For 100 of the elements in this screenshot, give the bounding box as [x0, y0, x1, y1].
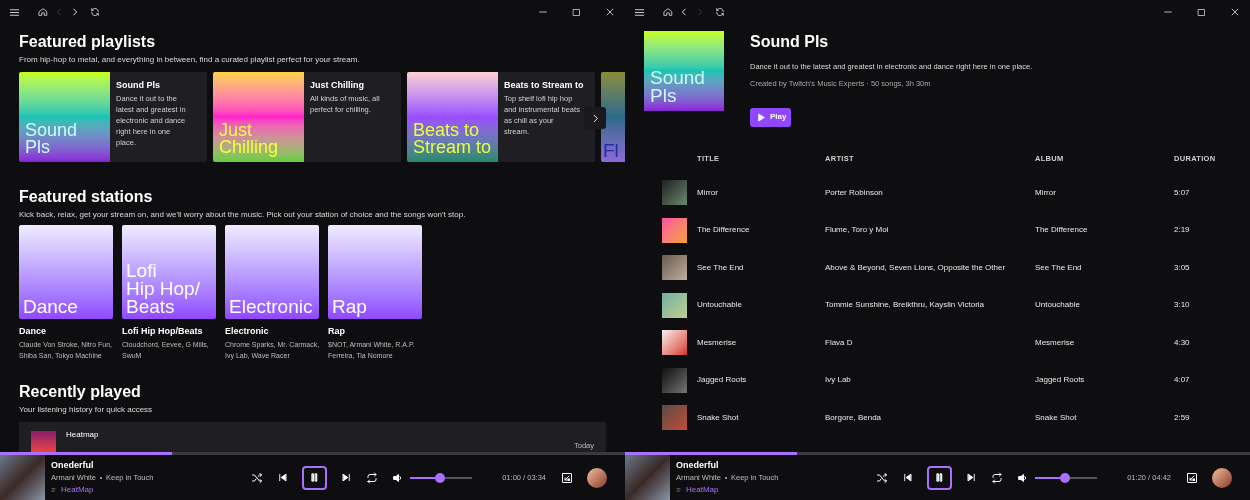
cover-title: Lofi Hip Hop/ Beats	[126, 262, 200, 316]
cover-title: Sound Pls	[650, 69, 706, 105]
track-artist: Tommie Sunshine, Breikthru, Kayslin Victoria	[825, 299, 986, 311]
avatar[interactable]	[1212, 467, 1232, 488]
miniplayer-icon[interactable]	[561, 471, 573, 484]
close-icon[interactable]	[605, 7, 615, 17]
playlist-title: Beats to Stream to	[504, 79, 584, 91]
album-thumbnail	[662, 405, 687, 430]
history-title: Heatmap	[66, 429, 99, 441]
track-duration: 4:30	[1174, 336, 1191, 349]
section-heading: Featured stations	[19, 187, 154, 207]
album-thumbnail	[662, 217, 687, 243]
track-album: The Difference	[1035, 224, 1089, 236]
album-thumbnail	[662, 330, 687, 355]
volume-icon[interactable]	[1017, 471, 1029, 484]
track-title: Mesmerise	[697, 336, 738, 349]
volume-thumb[interactable]	[1059, 472, 1070, 483]
track-duration: 2:59	[1174, 411, 1191, 424]
refresh-icon[interactable]	[715, 7, 725, 17]
track-album: Mirror	[1035, 186, 1057, 199]
track-duration: 4:07	[1174, 374, 1191, 386]
avatar[interactable]	[587, 467, 607, 488]
track-album: Mesmerise	[1035, 336, 1076, 349]
progress-bar[interactable]	[625, 452, 1250, 455]
list-icon	[51, 487, 57, 493]
track-title: Onederful	[51, 459, 95, 471]
refresh-icon[interactable]	[90, 7, 100, 17]
cover-thumbnail	[31, 431, 56, 452]
cover-title: Just Chilling	[219, 122, 280, 156]
album-thumbnail	[662, 292, 687, 318]
forward-icon[interactable]	[70, 7, 80, 17]
progress-bar[interactable]	[0, 452, 625, 455]
track-artist: Borgore, Benda	[825, 411, 883, 424]
play-button[interactable]: Play	[750, 107, 791, 127]
menu-icon[interactable]	[9, 6, 20, 18]
previous-icon[interactable]	[277, 472, 288, 483]
maximize-icon[interactable]	[1197, 7, 1206, 17]
section-heading: Recently played	[19, 382, 142, 402]
track-album: Jagged Roots	[1035, 374, 1086, 386]
back-icon[interactable]	[679, 7, 689, 17]
close-icon[interactable]	[1230, 7, 1240, 17]
track-duration: 3:10	[1174, 299, 1191, 311]
track-artist: Porter Robinson	[825, 186, 884, 199]
album-thumbnail	[662, 255, 687, 280]
section-subtitle: Your listening history for quick access	[19, 405, 154, 415]
station-name: Rap	[328, 325, 346, 337]
track-artist: Flava D	[825, 336, 854, 349]
station-cover[interactable]: Lofi Hip Hop/ Beats	[122, 225, 216, 319]
track-artist: Above & Beyond, Seven Lions, Opposite the Other	[825, 261, 1007, 274]
track-title: Untouchable	[697, 299, 743, 311]
station-name: Electronic	[225, 325, 270, 337]
home-icon[interactable]	[663, 7, 673, 17]
repeat-icon[interactable]	[991, 471, 1003, 484]
section-subtitle: Kick back, relax, get your stream on, and we'll worry about the music. Pick out your station of choice and the songs won't stop.	[19, 210, 467, 220]
track-title: Snake Shot	[697, 411, 740, 424]
station-name: Lofi Hip Hop/Beats	[122, 325, 204, 337]
station-cover[interactable]: Electronic	[225, 225, 319, 319]
maximize-icon[interactable]	[572, 7, 581, 17]
track-album: Untouchable	[1035, 299, 1081, 311]
shuffle-icon[interactable]	[876, 471, 888, 484]
pause-button[interactable]	[927, 465, 952, 490]
menu-icon[interactable]	[634, 6, 645, 18]
album-art-placeholder	[0, 455, 45, 500]
pause-icon	[309, 472, 320, 483]
station-cover[interactable]: Rap	[328, 225, 422, 319]
track-album: See The End	[1035, 261, 1083, 274]
pause-button[interactable]	[302, 465, 327, 490]
playlist-title: Just Chilling	[310, 79, 365, 91]
home-icon[interactable]	[38, 7, 48, 17]
shuffle-icon[interactable]	[251, 471, 263, 484]
list-icon	[676, 487, 682, 493]
section-heading: Featured playlists	[19, 32, 157, 52]
cover-title: Dance	[23, 298, 78, 316]
album-thumbnail	[662, 367, 687, 393]
album-thumbnail	[662, 180, 687, 205]
cover-title: Electronic	[229, 298, 313, 316]
track-artist: Ivy Lab	[825, 374, 852, 386]
repeat-icon[interactable]	[366, 471, 378, 484]
cover-title: Rap	[332, 298, 367, 316]
track-title: Jagged Roots	[697, 374, 748, 386]
track-duration: 3:05	[1174, 261, 1191, 274]
track-artist: Flume, Toro y Moi	[825, 224, 890, 236]
track-duration: 5:07	[1174, 186, 1191, 199]
station-cover[interactable]: Dance	[19, 225, 113, 319]
album-art-placeholder	[625, 455, 670, 500]
volume-thumb[interactable]	[434, 472, 445, 483]
station-name: Dance	[19, 325, 47, 337]
volume-icon[interactable]	[392, 471, 404, 484]
track-title: The Difference	[697, 224, 751, 236]
previous-icon[interactable]	[902, 472, 913, 483]
source-link[interactable]: HeatMap	[61, 484, 94, 496]
miniplayer-icon[interactable]	[1186, 471, 1198, 484]
cover-title: Fl	[603, 142, 619, 160]
next-icon[interactable]	[341, 472, 352, 483]
source-link[interactable]: HeatMap	[686, 484, 719, 496]
track-duration: 2:19	[1174, 224, 1191, 236]
track-album: Snake Shot	[1035, 411, 1078, 424]
next-icon[interactable]	[966, 472, 977, 483]
track-title: Onederful	[676, 459, 720, 471]
pause-icon	[934, 472, 945, 483]
